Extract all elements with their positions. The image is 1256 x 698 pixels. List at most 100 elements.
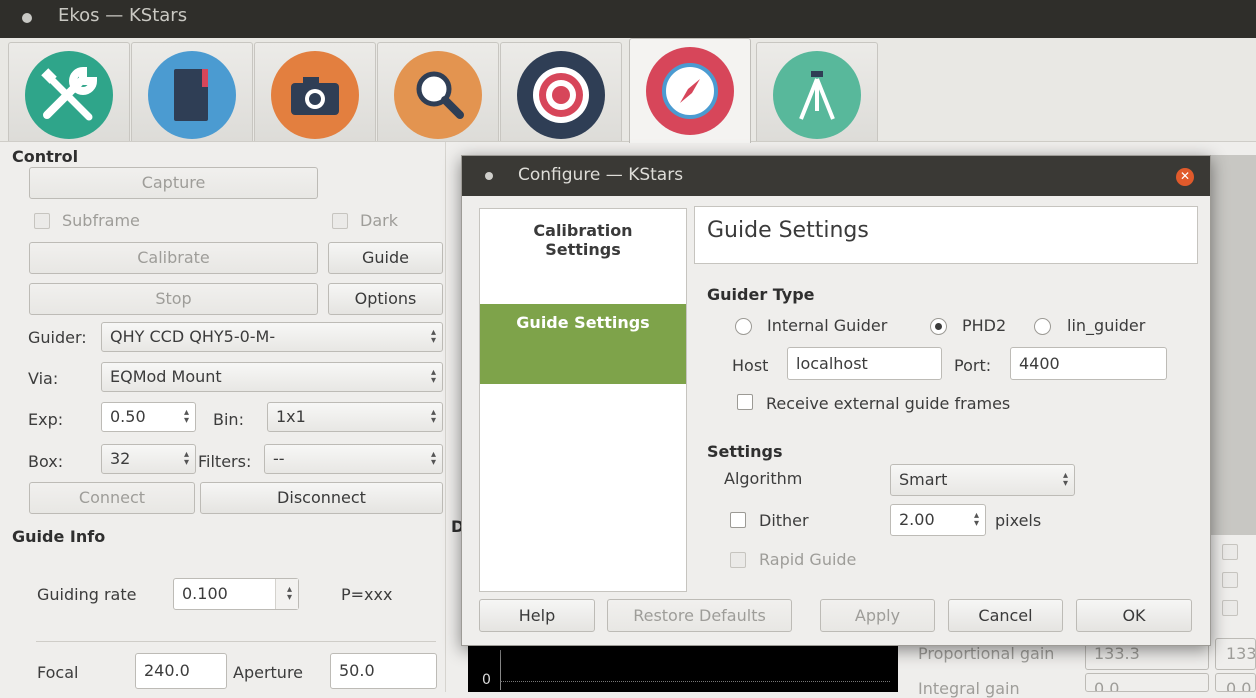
tripod-icon	[773, 51, 861, 139]
notebook-icon	[148, 51, 236, 139]
host-input[interactable]: localhost	[787, 347, 942, 380]
cancel-button[interactable]: Cancel	[948, 599, 1063, 632]
window-title: Ekos — KStars	[58, 5, 188, 26]
bin-label: Bin:	[213, 410, 244, 429]
exposure-spinbox[interactable]: 0.50 ▴ ▾	[101, 402, 196, 432]
integral-gain-field[interactable]: 0.0	[1085, 673, 1209, 692]
apply-button[interactable]: Apply	[820, 599, 935, 632]
options-button[interactable]: Options	[328, 283, 443, 315]
spin-arrow-icon: ▴ ▾	[973, 510, 979, 529]
receive-frames-label: Receive external guide frames	[766, 394, 1011, 413]
dither-checkbox[interactable]	[730, 512, 746, 528]
rapid-guide-label: Rapid Guide	[759, 550, 857, 569]
aperture-field[interactable]: 50.0	[330, 653, 437, 689]
tab-guide[interactable]	[629, 38, 751, 143]
internal-guider-label: Internal Guider	[767, 316, 888, 335]
guide-info-section-title: Guide Info	[12, 527, 106, 546]
box-select-value: 32	[110, 449, 131, 468]
wrench-screwdriver-icon	[25, 51, 113, 139]
p-value-label: P=xxx	[341, 585, 393, 604]
tab-capture[interactable]	[254, 42, 376, 141]
focal-label: Focal	[37, 663, 79, 682]
window-menu-icon[interactable]	[22, 13, 32, 23]
focal-field[interactable]: 240.0	[135, 653, 227, 689]
tab-setup[interactable]	[8, 42, 130, 141]
proportional-gain-label: Proportional gain	[918, 644, 1055, 663]
restore-defaults-button[interactable]: Restore Defaults	[607, 599, 792, 632]
background-checkbox-1[interactable]	[1222, 544, 1238, 560]
camera-icon	[271, 51, 359, 139]
filters-select[interactable]: -- ▴ ▾	[264, 444, 443, 474]
background-checkbox-2[interactable]	[1222, 572, 1238, 588]
updown-arrow-icon: ▴ ▾	[1062, 470, 1068, 489]
calibrate-button[interactable]: Calibrate	[29, 242, 318, 274]
tab-focus[interactable]	[377, 42, 499, 141]
settings-page-list: Calibration Settings Guide Settings	[479, 208, 687, 592]
via-select[interactable]: EQMod Mount ▴ ▾	[101, 362, 443, 392]
updown-arrow-icon: ▴ ▾	[430, 367, 436, 386]
divider	[36, 641, 436, 642]
connect-button[interactable]: Connect	[29, 482, 195, 514]
box-select[interactable]: 32 ▴ ▾	[101, 444, 196, 474]
rapid-guide-checkbox[interactable]	[730, 552, 746, 568]
tab-mount[interactable]	[756, 42, 878, 141]
proportional-gain-field-2[interactable]: 133	[1215, 638, 1256, 670]
target-icon	[517, 51, 605, 139]
host-label: Host	[732, 356, 769, 375]
subframe-checkbox[interactable]	[34, 213, 50, 229]
phd2-radio[interactable]	[930, 318, 947, 335]
dither-spinbox[interactable]: 2.00 ▴ ▾	[890, 504, 986, 536]
dither-value: 2.00	[899, 510, 935, 529]
configure-dialog: Configure — KStars ✕ Calibration Setting…	[461, 155, 1211, 646]
receive-frames-checkbox[interactable]	[737, 394, 753, 410]
pixels-label: pixels	[995, 511, 1042, 530]
lin-guider-label: lin_guider	[1067, 316, 1146, 335]
nav-item-guide-settings[interactable]: Guide Settings	[480, 304, 686, 384]
nav-item-calibration-settings[interactable]: Calibration Settings	[480, 219, 686, 299]
integral-gain-label: Integral gain	[918, 679, 1020, 698]
tab-scheduler[interactable]	[131, 42, 253, 141]
box-label: Box:	[28, 452, 64, 471]
ok-button[interactable]: OK	[1076, 599, 1192, 632]
graph-gridline	[500, 681, 890, 682]
window-titlebar: Ekos — KStars	[0, 0, 1256, 38]
algorithm-label: Algorithm	[724, 469, 803, 488]
tab-align[interactable]	[500, 42, 622, 141]
capture-button[interactable]: Capture	[29, 167, 318, 199]
integral-gain-field-2[interactable]: 0.0	[1215, 673, 1256, 692]
updown-arrow-icon: ▴ ▾	[430, 327, 436, 346]
stop-button[interactable]: Stop	[29, 283, 318, 315]
bin-select[interactable]: 1x1 ▴ ▾	[267, 402, 443, 432]
filters-select-value: --	[273, 449, 285, 468]
via-select-value: EQMod Mount	[110, 367, 222, 386]
port-input[interactable]: 4400	[1010, 347, 1167, 380]
control-section-title: Control	[12, 147, 79, 166]
guide-button[interactable]: Guide	[328, 242, 443, 274]
disconnect-button[interactable]: Disconnect	[200, 482, 443, 514]
background-checkbox-3[interactable]	[1222, 600, 1238, 616]
dark-checkbox[interactable]	[332, 213, 348, 229]
dialog-menu-icon[interactable]	[485, 172, 493, 180]
subframe-label: Subframe	[62, 211, 140, 230]
updown-arrow-icon: ▴ ▾	[430, 449, 436, 468]
search-icon	[394, 51, 482, 139]
guiding-rate-label: Guiding rate	[37, 585, 137, 604]
internal-guider-radio[interactable]	[735, 318, 752, 335]
page-title: Guide Settings	[707, 218, 869, 243]
lin-guider-radio[interactable]	[1034, 318, 1051, 335]
graph-axis	[500, 650, 501, 690]
guiding-rate-value: 0.100	[182, 584, 228, 603]
guiding-rate-spinbox[interactable]: 0.100 ▴ ▾	[173, 578, 299, 610]
help-button[interactable]: Help	[479, 599, 595, 632]
algorithm-value: Smart	[899, 470, 948, 489]
close-icon[interactable]: ✕	[1176, 168, 1194, 186]
module-tab-bar	[0, 38, 1256, 143]
updown-arrow-icon: ▴ ▾	[430, 407, 436, 426]
guider-select[interactable]: QHY CCD QHY5-0-M- ▴ ▾	[101, 322, 443, 352]
guider-label: Guider:	[28, 328, 87, 347]
algorithm-select[interactable]: Smart ▴ ▾	[890, 464, 1075, 496]
guider-type-section-title: Guider Type	[707, 285, 815, 304]
guider-select-value: QHY CCD QHY5-0-M-	[110, 327, 276, 346]
panel-splitter[interactable]	[445, 142, 446, 692]
bin-select-value: 1x1	[276, 407, 306, 426]
